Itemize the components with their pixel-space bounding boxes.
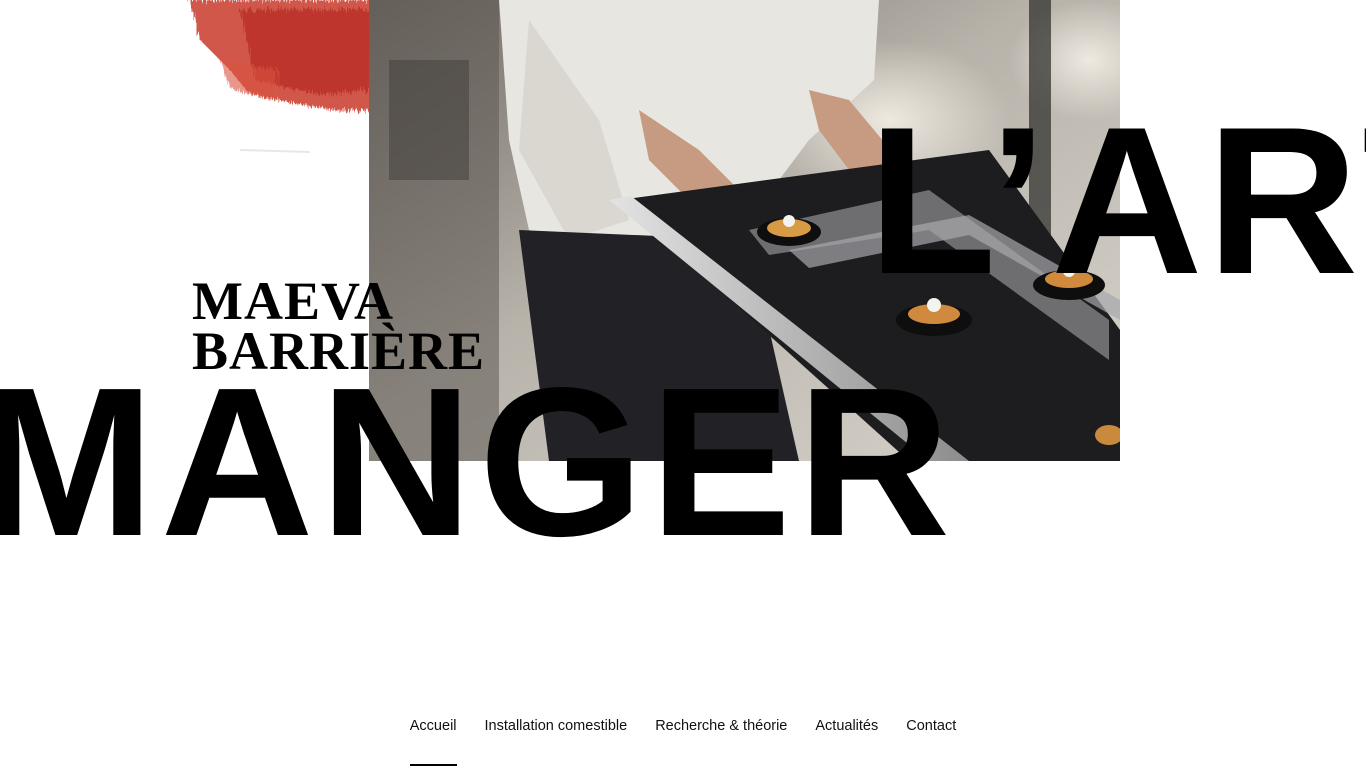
nav-item-accueil[interactable]: Accueil (409, 716, 457, 766)
nav-item-actualites[interactable]: Actualités (815, 716, 878, 766)
hero-word-manger: MANGER (0, 343, 957, 580)
nav-item-recherche-theorie[interactable]: Recherche & théorie (655, 716, 787, 766)
page: MAEVA BARRIÈRE L’ART MANGER Accueil Inst… (0, 0, 1366, 768)
hero-word-lart: L’ART (868, 83, 1366, 318)
main-navigation: Accueil Installation comestible Recherch… (0, 716, 1366, 766)
nav-item-installation-comestible[interactable]: Installation comestible (485, 716, 628, 766)
nav-item-contact[interactable]: Contact (906, 716, 956, 766)
logo-line-first-name: MAEVA (192, 271, 395, 331)
